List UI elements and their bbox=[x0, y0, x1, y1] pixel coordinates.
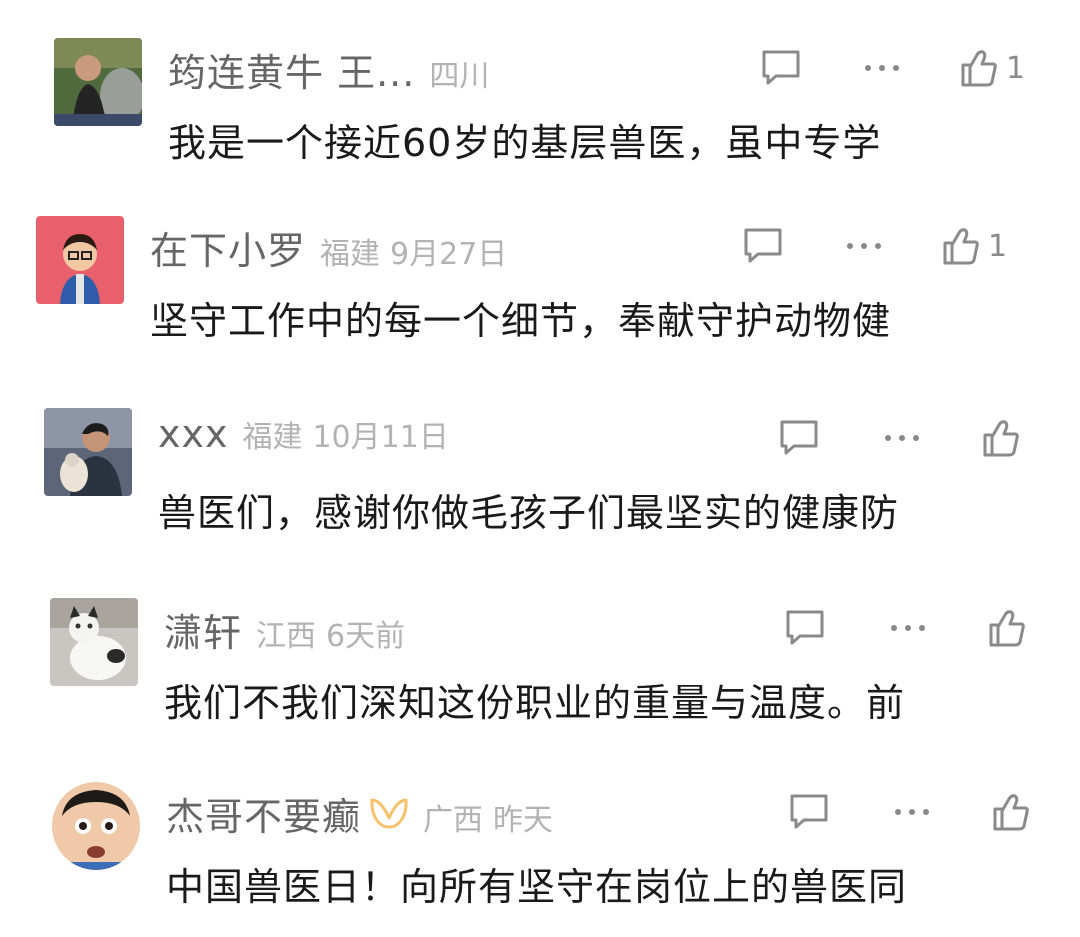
comment-actions bbox=[784, 608, 1050, 648]
more-dots-icon[interactable] bbox=[892, 806, 932, 818]
username[interactable]: xxx bbox=[158, 412, 228, 456]
comment-item: 潇轩 江西 6天前 我们不我们深知这份职业的重量与温度。前 bbox=[50, 598, 1050, 748]
comment-text[interactable]: 我是一个接近60岁的基层兽医，虽中专学 bbox=[168, 112, 881, 167]
username[interactable]: 杰哥不要癫 bbox=[166, 786, 361, 841]
thumbs-up-icon bbox=[993, 794, 1029, 831]
comment-item: 筠连黄牛 王... 四川 我是一个接近60岁的基层兽医，虽中专学 1 bbox=[54, 38, 1054, 188]
region-label: 四川 bbox=[429, 59, 490, 94]
like-button[interactable] bbox=[992, 792, 1054, 832]
username[interactable]: 在下小罗 bbox=[150, 220, 306, 275]
avatar[interactable] bbox=[54, 38, 142, 126]
comment-text[interactable]: 坚守工作中的每一个细节，奉献守护动物健 bbox=[150, 290, 891, 345]
region-label: 福建 bbox=[320, 237, 381, 272]
more-dots-icon[interactable] bbox=[844, 240, 884, 252]
timestamp: 10月11日 bbox=[312, 420, 449, 455]
avatar[interactable] bbox=[36, 216, 124, 304]
more-dots-icon[interactable] bbox=[862, 62, 902, 74]
comment-text[interactable]: 兽医们，感谢你做毛孩子们最坚实的健康防 bbox=[158, 482, 899, 537]
comment-bubble-icon[interactable] bbox=[778, 419, 820, 457]
region-label: 江西 bbox=[256, 619, 317, 654]
comment-meta: 杰哥不要癫 广西 昨天 bbox=[166, 786, 553, 841]
comment-bubble-icon[interactable] bbox=[760, 49, 802, 87]
like-button[interactable] bbox=[982, 418, 1044, 458]
username[interactable]: 潇轩 bbox=[164, 602, 242, 657]
comment-item: xxx 福建 10月11日 兽医们，感谢你做毛孩子们最坚实的健康防 bbox=[44, 408, 1044, 558]
comment-text[interactable]: 我们不我们深知这份职业的重量与温度。前 bbox=[164, 672, 905, 727]
like-button[interactable]: 1 bbox=[942, 226, 1007, 266]
region-label: 福建 bbox=[242, 420, 303, 455]
timestamp: 6天前 bbox=[326, 619, 406, 654]
like-count: 1 bbox=[988, 228, 1008, 264]
comment-meta: 在下小罗 福建 9月27日 bbox=[150, 220, 507, 275]
like-count: 1 bbox=[1006, 50, 1026, 86]
comment-bubble-icon[interactable] bbox=[742, 227, 784, 265]
comment-actions: 1 bbox=[742, 226, 1007, 266]
comment-meta: 筠连黄牛 王... 四川 bbox=[168, 42, 499, 97]
more-dots-icon[interactable] bbox=[888, 622, 928, 634]
comment-actions bbox=[788, 792, 1054, 832]
timestamp: 9月27日 bbox=[390, 237, 508, 272]
comment-actions bbox=[778, 418, 1044, 458]
thumbs-up-icon bbox=[989, 610, 1025, 647]
comment-bubble-icon[interactable] bbox=[788, 793, 830, 831]
avatar[interactable] bbox=[44, 408, 132, 496]
comment-actions: 1 bbox=[760, 48, 1025, 88]
region-label: 广西 bbox=[423, 803, 484, 838]
like-button[interactable]: 1 bbox=[960, 48, 1025, 88]
like-button[interactable] bbox=[988, 608, 1050, 648]
comment-meta: 潇轩 江西 6天前 bbox=[164, 602, 405, 657]
comment-item: 杰哥不要癫 广西 昨天 中国兽医日！向所有坚守在岗位上的兽医同 bbox=[52, 782, 1052, 932]
more-dots-icon[interactable] bbox=[882, 432, 922, 444]
comment-text[interactable]: 中国兽医日！向所有坚守在岗位上的兽医同 bbox=[166, 856, 907, 911]
thumbs-up-icon bbox=[961, 50, 997, 87]
avatar[interactable] bbox=[50, 598, 138, 686]
username[interactable]: 筠连黄牛 王... bbox=[168, 42, 415, 97]
vip-badge-icon bbox=[370, 798, 408, 829]
timestamp: 昨天 bbox=[493, 803, 554, 838]
thumbs-up-icon bbox=[943, 228, 979, 265]
comment-item: 在下小罗 福建 9月27日 坚守工作中的每一个细节，奉献守护动物健 1 bbox=[36, 216, 1046, 366]
avatar[interactable] bbox=[52, 782, 140, 870]
thumbs-up-icon bbox=[983, 420, 1019, 457]
comment-meta: xxx 福建 10月11日 bbox=[158, 412, 449, 456]
comment-bubble-icon[interactable] bbox=[784, 609, 826, 647]
